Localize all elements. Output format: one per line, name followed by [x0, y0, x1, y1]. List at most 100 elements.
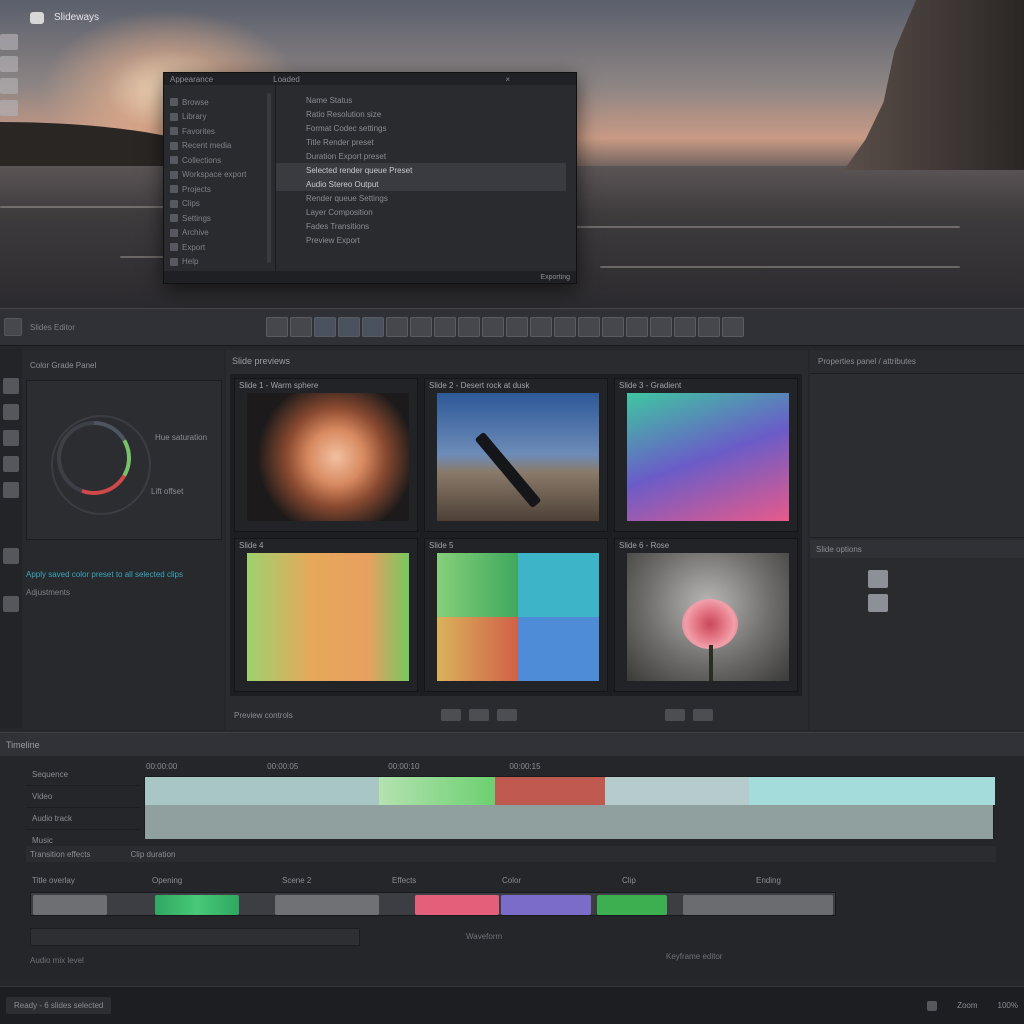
- slide-thumb[interactable]: Slide 4: [234, 538, 418, 692]
- app-logo-icon: [30, 12, 44, 24]
- effects-icon[interactable]: [3, 404, 19, 420]
- clip-segment[interactable]: [749, 777, 995, 805]
- floating-sidebar-item[interactable]: Help: [170, 255, 269, 270]
- floating-sidebar-item[interactable]: Library: [170, 110, 269, 125]
- layers-icon[interactable]: [3, 378, 19, 394]
- settings-icon[interactable]: [692, 709, 713, 721]
- link-tool-icon[interactable]: [650, 317, 672, 337]
- video-track[interactable]: [144, 776, 995, 839]
- desktop-folder-icon[interactable]: [0, 56, 18, 72]
- list-icon[interactable]: [3, 482, 19, 498]
- loop-icon[interactable]: [496, 709, 517, 721]
- slide-thumb[interactable]: Slide 2 - Desert rock at dusk: [424, 378, 608, 532]
- cut-tool-icon[interactable]: [266, 317, 288, 337]
- marker-tool-icon[interactable]: [674, 317, 696, 337]
- view-tool-icon[interactable]: [698, 317, 720, 337]
- slide-thumb[interactable]: Slide 5: [424, 538, 608, 692]
- media-icon[interactable]: [3, 596, 19, 612]
- floating-window-titlebar[interactable]: Appearance Loaded ×: [164, 73, 576, 85]
- trim-tool-icon[interactable]: [410, 317, 432, 337]
- close-icon[interactable]: ×: [505, 75, 510, 84]
- floating-list-row[interactable]: Ratio Resolution size: [306, 107, 566, 121]
- apply-preset-link[interactable]: Apply saved color preset to all selected…: [26, 570, 183, 579]
- clip-segment[interactable]: [145, 777, 379, 805]
- export-tool-icon[interactable]: [722, 317, 744, 337]
- floating-sidebar-item[interactable]: Workspace export: [170, 168, 269, 183]
- floating-list-row[interactable]: Selected render queue Preset: [276, 163, 566, 177]
- zoom-tool-icon[interactable]: [506, 317, 528, 337]
- effects-track[interactable]: [30, 892, 836, 916]
- effect-clip[interactable]: [501, 895, 591, 915]
- floating-sidebar-item[interactable]: Browse: [170, 95, 269, 110]
- transform-icon[interactable]: [3, 548, 19, 564]
- fx-tool-icon[interactable]: [602, 317, 624, 337]
- floating-sidebar-item[interactable]: Settings: [170, 211, 269, 226]
- floating-sidebar-item[interactable]: Clips: [170, 197, 269, 212]
- effect-clip[interactable]: [683, 895, 833, 915]
- shape-tool-icon[interactable]: [362, 317, 384, 337]
- floating-window-subtitle: Loaded: [273, 74, 300, 84]
- clip-segment[interactable]: [379, 777, 495, 805]
- floating-sidebar-item[interactable]: Projects: [170, 182, 269, 197]
- floating-sidebar-item[interactable]: Archive: [170, 226, 269, 241]
- floating-list-row[interactable]: Audio Stereo Output: [276, 177, 566, 191]
- floating-list-row[interactable]: Render queue Settings: [306, 191, 566, 205]
- effect-clip[interactable]: [597, 895, 667, 915]
- effect-clip[interactable]: [33, 895, 107, 915]
- audio-tool-icon[interactable]: [554, 317, 576, 337]
- stop-icon[interactable]: [468, 709, 489, 721]
- grid-tool-icon[interactable]: [434, 317, 456, 337]
- play-icon[interactable]: [440, 709, 461, 721]
- floating-list-row[interactable]: Duration Export preset: [306, 149, 566, 163]
- color-icon[interactable]: [3, 430, 19, 446]
- slip-tool-icon[interactable]: [458, 317, 480, 337]
- floating-sidebar-item[interactable]: Favorites: [170, 124, 269, 139]
- desktop-file-icon[interactable]: [0, 34, 18, 50]
- clip-segment[interactable]: [495, 777, 605, 805]
- floating-list-row[interactable]: Preview Export: [306, 233, 566, 247]
- floating-list-row[interactable]: Layer Composition: [306, 205, 566, 219]
- scrollbar[interactable]: [267, 93, 271, 263]
- floating-list-row[interactable]: Fades Transitions: [306, 219, 566, 233]
- fullscreen-icon[interactable]: [664, 709, 685, 721]
- slide-thumb[interactable]: Slide 3 - Gradient: [614, 378, 798, 532]
- floating-sidebar-item[interactable]: Recent media: [170, 139, 269, 154]
- slide-thumb[interactable]: Slide 6 - Rose: [614, 538, 798, 692]
- settings-icon[interactable]: [3, 456, 19, 472]
- track-label[interactable]: Video: [26, 786, 140, 808]
- zoom-label: Zoom: [957, 1001, 978, 1010]
- audio-level-track[interactable]: [30, 928, 360, 946]
- floating-list-row[interactable]: Format Codec settings: [306, 121, 566, 135]
- rose-flower: [682, 599, 738, 649]
- clip-names-row: Title overlay Opening Scene 2 Effects Co…: [26, 872, 996, 888]
- floating-list-row[interactable]: Title Render preset: [306, 135, 566, 149]
- slide-thumb[interactable]: Slide 1 - Warm sphere: [234, 378, 418, 532]
- zoom-value[interactable]: 100%: [998, 1001, 1018, 1010]
- crop-tool-icon[interactable]: [314, 317, 336, 337]
- hand-tool-icon[interactable]: [530, 317, 552, 337]
- pen-tool-icon[interactable]: [386, 317, 408, 337]
- select-tool-icon[interactable]: [290, 317, 312, 337]
- floating-sidebar-item[interactable]: Collections: [170, 153, 269, 168]
- desktop-image-icon[interactable]: [0, 78, 18, 94]
- floating-sidebar-item[interactable]: Export: [170, 240, 269, 255]
- clip-name: Opening: [152, 875, 183, 885]
- link-icon[interactable]: [868, 594, 888, 612]
- mask-tool-icon[interactable]: [578, 317, 600, 337]
- effect-clip[interactable]: [155, 895, 239, 915]
- menu-icon[interactable]: [4, 318, 22, 336]
- effect-clip[interactable]: [415, 895, 499, 915]
- clip-segment[interactable]: [605, 777, 749, 805]
- timeline-ruler[interactable]: 00:00:00 00:00:05 00:00:10 00:00:15: [144, 762, 994, 776]
- floating-list-row[interactable]: Name Status: [306, 93, 566, 107]
- zoom-icon[interactable]: [927, 1000, 938, 1011]
- track-label[interactable]: Audio track: [26, 808, 140, 830]
- color-wheel[interactable]: [57, 421, 131, 495]
- desktop-doc-icon[interactable]: [0, 100, 18, 116]
- text-tool-icon[interactable]: [338, 317, 360, 337]
- color-tool-icon[interactable]: [626, 317, 648, 337]
- slide-tool-icon[interactable]: [482, 317, 504, 337]
- lock-icon[interactable]: [868, 570, 888, 588]
- effect-clip[interactable]: [275, 895, 379, 915]
- status-text: Ready - 6 slides selected: [6, 997, 112, 1014]
